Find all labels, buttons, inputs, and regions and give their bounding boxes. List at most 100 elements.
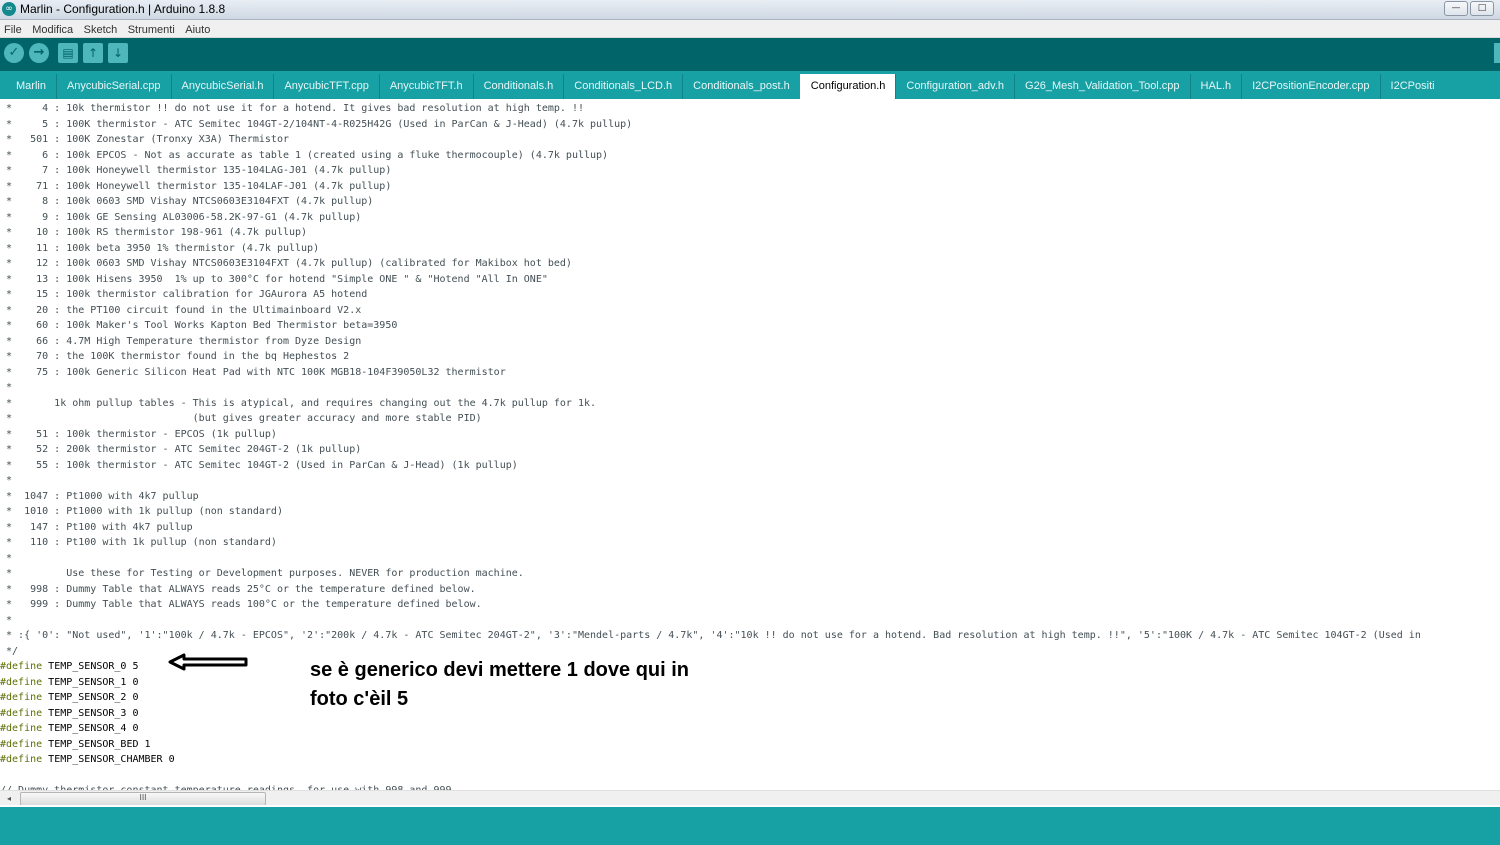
code-line: *	[0, 614, 13, 626]
code-line: * 998 : Dummy Table that ALWAYS reads 25…	[0, 583, 476, 595]
code-line: * 12 : 100k 0603 SMD Vishay NTCS0603E310…	[0, 258, 572, 269]
code-line: * 13 : 100k Hisens 3950 1% up to 300°C f…	[0, 273, 548, 285]
code-line: * 5 : 100K thermistor - ATC Semitec 104G…	[0, 118, 633, 130]
menu-file[interactable]: File	[0, 21, 24, 37]
open-button[interactable]: ↑	[83, 43, 103, 63]
code-line: * 20 : the PT100 circuit found in the Ul…	[0, 304, 362, 316]
scrollbar-thumb[interactable]: III	[20, 792, 266, 806]
arduino-logo-icon: ∞	[2, 2, 16, 16]
menu-sketch[interactable]: Sketch	[80, 21, 120, 37]
code-line: * 9 : 100k GE Sensing AL03006-58.2K-97-G…	[0, 211, 362, 223]
tab-anycubicserial-cpp[interactable]: AnycubicSerial.cpp	[55, 74, 171, 99]
menu-strumenti[interactable]: Strumenti	[124, 21, 177, 37]
annotation-note: se è generico devi mettere 1 dove qui in…	[310, 656, 750, 714]
code-line: * 11 : 100k beta 3950 1% thermistor (4.7…	[0, 242, 320, 254]
define-keyword: #define	[0, 723, 43, 734]
title-bar: ∞ Marlin - Configuration.h | Arduino 1.8…	[0, 0, 1500, 20]
define-line: #define TEMP_SENSOR_BED 1	[0, 737, 1421, 753]
code-line: * 147 : Pt100 with 4k7 pullup	[0, 521, 193, 533]
serial-monitor-button[interactable]	[1494, 43, 1500, 63]
arrow-down-icon: ↓	[112, 46, 124, 60]
define-value: TEMP_SENSOR_3 0	[42, 707, 139, 719]
code-line: * 4 : 10k thermistor !! do not use it fo…	[0, 103, 584, 114]
code-line: * 60 : 100k Maker's Tool Works Kapton Be…	[0, 320, 398, 331]
annotation-line-2: foto c'èil 5	[310, 688, 409, 710]
console-panel	[0, 807, 1500, 845]
tab-conditionals-post-h[interactable]: Conditionals_post.h	[682, 74, 800, 99]
toolbar: ✓ → ▤ ↑ ↓	[0, 38, 1500, 71]
tab-g26-mesh-validation-tool-cpp[interactable]: G26_Mesh_Validation_Tool.cpp	[1014, 74, 1190, 99]
code-line: * 10 : 100k RS thermistor 198-961 (4.7k …	[0, 227, 308, 238]
save-button[interactable]: ↓	[108, 43, 128, 63]
menu-modifica[interactable]: Modifica	[28, 21, 75, 37]
annotation-line-1: se è generico devi mettere 1 dove qui in	[310, 659, 690, 681]
tab-anycubicserial-h[interactable]: AnycubicSerial.h	[170, 74, 274, 99]
window-title: Marlin - Configuration.h | Arduino 1.8.8	[20, 2, 226, 16]
tab-anycubictft-h[interactable]: AnycubicTFT.h	[378, 74, 473, 99]
define-keyword: #define	[0, 707, 43, 719]
code-line: * 70 : the 100K thermistor found in the …	[0, 351, 350, 362]
code-line: * 15 : 100k thermistor calibration for J…	[0, 289, 368, 300]
tab-list: Marlin AnycubicSerial.cpp AnycubicSerial.h…	[6, 74, 1445, 99]
code-line: // Dummy thermistor constant temperature…	[0, 783, 1421, 790]
horizontal-scrollbar[interactable]: ◂ III	[0, 790, 1500, 806]
tab-hal-h[interactable]: HAL.h	[1189, 74, 1242, 99]
new-file-icon: ▤	[62, 46, 74, 60]
code-line: * 55 : 100k thermistor - ATC Semitec 104…	[0, 459, 518, 471]
define-keyword: #define	[0, 738, 43, 750]
code-line: * 1010 : Pt1000 with 1k pullup (non stan…	[0, 506, 283, 517]
code-line: * 52 : 200k thermistor - ATC Semitec 204…	[0, 444, 362, 455]
define-value: TEMP_SENSOR_2 0	[42, 692, 139, 703]
code-line: * 110 : Pt100 with 1k pullup (non standa…	[0, 537, 277, 548]
code-line: * 999 : Dummy Table that ALWAYS reads 10…	[0, 599, 482, 610]
define-line: #define TEMP_SENSOR_4 0	[0, 721, 1421, 737]
tab-configuration-h[interactable]: Configuration.h	[799, 74, 896, 99]
code-line: * 1k ohm pullup tables - This is atypica…	[0, 397, 597, 409]
checkmark-icon: ✓	[8, 45, 20, 60]
code-line: * Use these for Testing or Development p…	[0, 568, 524, 579]
arrow-right-icon: →	[33, 45, 45, 60]
code-line: * 8 : 100k 0603 SMD Vishay NTCS0603E3104…	[0, 196, 374, 207]
code-line: * 51 : 100k thermistor - EPCOS (1k pullu…	[0, 428, 277, 440]
tab-conditionals-lcd-h[interactable]: Conditionals_LCD.h	[563, 74, 683, 99]
code-line: * :{ '0': "Not used", '1':"100k / 4.7k -…	[0, 630, 1421, 641]
code-line: * 6 : 100k EPCOS - Not as accurate as ta…	[0, 149, 609, 161]
tab-i2cpositi[interactable]: I2CPositi	[1379, 74, 1445, 99]
define-value: TEMP_SENSOR_CHAMBER 0	[42, 754, 175, 765]
tab-i2cpositionencoder-cpp[interactable]: I2CPositionEncoder.cpp	[1241, 74, 1380, 99]
scroll-left-icon[interactable]: ◂	[2, 791, 16, 806]
window-controls: — □	[1444, 1, 1494, 16]
code-line: * 75 : 100k Generic Silicon Heat Pad wit…	[0, 366, 506, 378]
define-keyword: #define	[0, 661, 43, 672]
code-line: * 71 : 100k Honeywell thermistor 135-104…	[0, 180, 392, 192]
menu-aiuto[interactable]: Aiuto	[181, 21, 212, 37]
arrow-left-icon	[168, 653, 248, 671]
verify-button[interactable]: ✓	[4, 43, 24, 63]
upload-button[interactable]: →	[29, 43, 49, 63]
code-line: * (but gives greater accuracy and more s…	[0, 413, 482, 424]
code-line: * 1047 : Pt1000 with 4k7 pullup	[0, 490, 199, 502]
code-line: * 7 : 100k Honeywell thermistor 135-104L…	[0, 165, 392, 176]
menu-bar: File Modifica Sketch Strumenti Aiuto	[0, 20, 1500, 38]
define-keyword: #define	[0, 692, 43, 703]
define-value: TEMP_SENSOR_BED 1	[42, 738, 151, 750]
tab-anycubictft-cpp[interactable]: AnycubicTFT.cpp	[273, 74, 379, 99]
minimize-button[interactable]: —	[1444, 1, 1468, 16]
code-line: *	[0, 475, 13, 486]
tab-bar: Marlin AnycubicSerial.cpp AnycubicSerial.h…	[0, 71, 1500, 99]
new-sketch-button[interactable]: ▤	[58, 43, 78, 63]
tab-configuration-adv-h[interactable]: Configuration_adv.h	[895, 74, 1015, 99]
define-value: TEMP_SENSOR_1 0	[42, 676, 139, 688]
define-value: TEMP_SENSOR_0 5	[42, 661, 139, 672]
code-line: * 501 : 100K Zonestar (Tronxy X3A) Therm…	[0, 134, 289, 145]
define-value: TEMP_SENSOR_4 0	[42, 723, 139, 734]
code-line: * 66 : 4.7M High Temperature thermistor …	[0, 335, 362, 347]
define-keyword: #define	[0, 754, 43, 765]
tab-conditionals-h[interactable]: Conditionals.h	[472, 74, 564, 99]
arrow-up-icon: ↑	[87, 46, 99, 60]
define-keyword: #define	[0, 676, 43, 688]
code-editor[interactable]: * 4 : 10k thermistor !! do not use it fo…	[0, 99, 1500, 790]
maximize-button[interactable]: □	[1470, 1, 1494, 16]
tab-marlin[interactable]: Marlin	[6, 74, 56, 99]
